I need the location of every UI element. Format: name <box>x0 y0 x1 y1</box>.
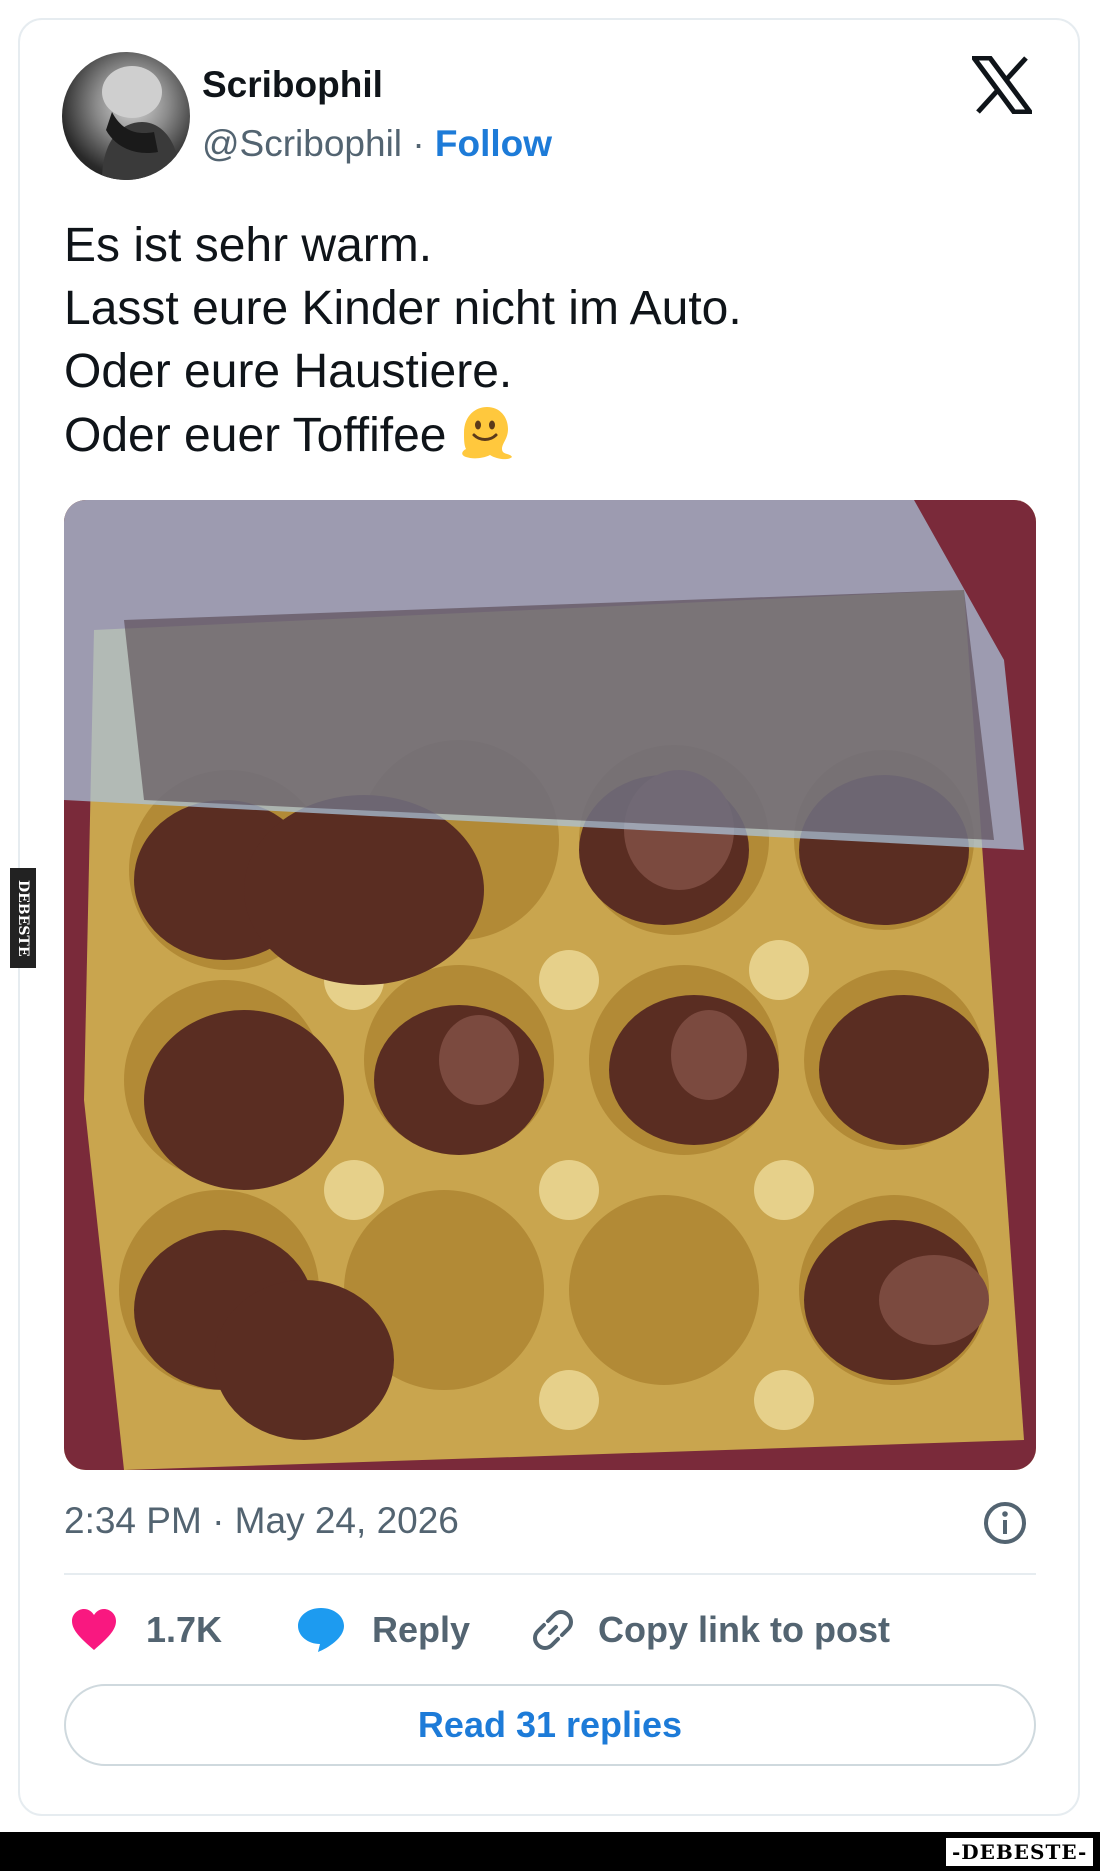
read-replies-button[interactable]: Read 31 replies <box>64 1684 1036 1766</box>
bottom-bar <box>0 1832 1100 1871</box>
like-count: 1.7K <box>146 1609 223 1650</box>
tweet-line-2: Lasst eure Kinder nicht im Auto. <box>64 282 742 335</box>
tweet-text: Es ist sehr warm. Lasst eure Kinder nich… <box>64 214 742 467</box>
reply-button[interactable]: Reply <box>296 1605 470 1655</box>
author-name[interactable]: Scribophil <box>202 64 383 106</box>
author-handle-row: @Scribophil · Follow <box>202 123 552 165</box>
side-watermark: DEBESTE <box>10 868 36 968</box>
tweet-line-4: Oder euer Toffifee <box>64 403 742 467</box>
follow-button[interactable]: Follow <box>435 123 552 164</box>
x-logo-icon[interactable] <box>972 56 1032 114</box>
copy-link-label: Copy link to post <box>598 1609 890 1650</box>
avatar-image <box>102 66 180 180</box>
reply-bubble-icon <box>298 1608 344 1652</box>
author-avatar[interactable] <box>62 52 190 180</box>
melting-face-emoji-icon <box>462 407 513 460</box>
watermark-stamp: -DEBESTE- <box>944 1836 1096 1868</box>
tweet-line-4-text: Oder euer Toffifee <box>64 409 447 462</box>
tweet-timestamp[interactable]: 2:34 PM · May 24, 2026 <box>64 1500 459 1542</box>
reply-label: Reply <box>372 1609 471 1650</box>
heart-icon <box>72 1609 116 1650</box>
copy-link-button[interactable]: Copy link to post <box>530 1605 890 1655</box>
tweet-photo[interactable] <box>64 500 1036 1470</box>
info-icon[interactable] <box>982 1500 1028 1546</box>
like-button[interactable]: 1.7K <box>70 1605 222 1655</box>
tweet-line-1: Es ist sehr warm. <box>64 219 433 272</box>
tweet-line-3: Oder eure Haustiere. <box>64 345 513 398</box>
toffifee-photo <box>64 500 1036 1470</box>
author-handle[interactable]: @Scribophil <box>202 123 402 164</box>
link-icon <box>533 1610 573 1650</box>
divider <box>64 1573 1036 1575</box>
handle-separator: · <box>412 123 425 164</box>
